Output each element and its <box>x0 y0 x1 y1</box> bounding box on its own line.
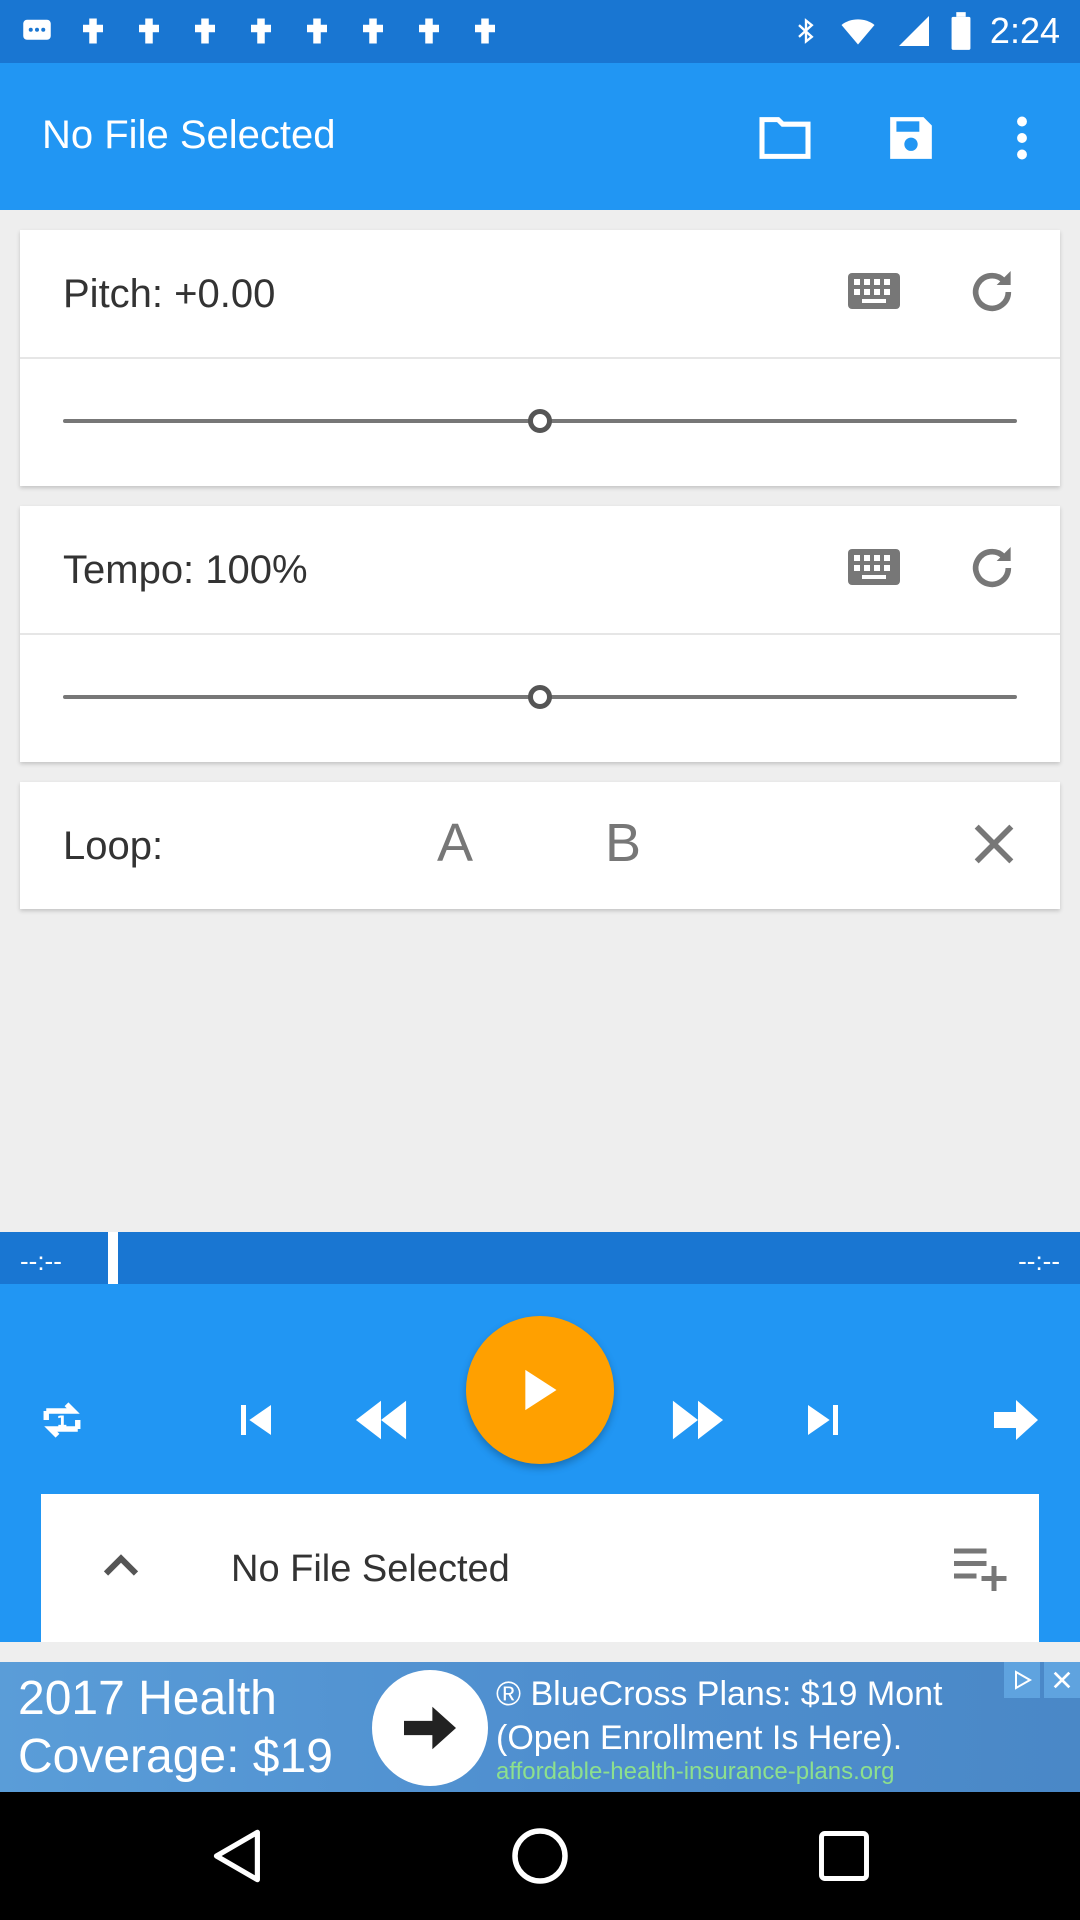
message-icon <box>23 19 51 40</box>
loop-b-button[interactable]: B <box>605 812 641 874</box>
home-button[interactable] <box>508 1824 572 1888</box>
elapsed-time: --:-- <box>20 1246 62 1276</box>
recents-square-icon <box>819 1831 869 1881</box>
ad-close-icon[interactable] <box>1044 1662 1080 1698</box>
loop-a-button[interactable]: A <box>437 812 473 874</box>
battery-icon <box>951 12 971 50</box>
notification-icon <box>251 18 271 44</box>
notification-icon <box>139 18 159 44</box>
tempo-reset-button[interactable] <box>964 540 1020 596</box>
repeat-button[interactable]: 1 <box>22 1380 102 1460</box>
tempo-label: Tempo: 100% <box>63 548 308 592</box>
tempo-card: Tempo: 100% <box>20 506 1060 762</box>
pitch-slider[interactable] <box>63 409 1017 433</box>
tempo-keyboard-button[interactable] <box>848 548 900 586</box>
slider-thumb[interactable] <box>528 409 552 433</box>
ad-info-icon[interactable] <box>1004 1662 1040 1698</box>
loop-card: Loop: A B <box>20 782 1060 909</box>
loop-clear-button[interactable] <box>968 818 1020 870</box>
seek-thumb[interactable] <box>108 1232 118 1284</box>
ad-banner[interactable]: 2017 Health Coverage: $19 ® BlueCross Pl… <box>0 1662 1080 1792</box>
navigation-bar <box>0 1792 1080 1920</box>
chevron-up-icon[interactable] <box>91 1536 151 1596</box>
pitch-card: Pitch: +0.00 <box>20 230 1060 486</box>
skip-next-icon <box>808 1405 838 1435</box>
rewind-button[interactable] <box>341 1380 421 1460</box>
repeat-icon: 1 <box>43 1402 81 1438</box>
pitch-label: Pitch: +0.00 <box>63 272 276 316</box>
recents-button[interactable] <box>812 1824 876 1888</box>
playlist-add-icon[interactable] <box>949 1536 1009 1596</box>
more-options-button[interactable] <box>982 103 1062 173</box>
seek-bar[interactable]: --:-- --:-- <box>0 1232 1080 1284</box>
notification-icon <box>83 18 103 44</box>
now-playing-title: No File Selected <box>231 1548 510 1590</box>
wifi-icon <box>841 19 875 45</box>
clock: 2:24 <box>989 10 1060 51</box>
total-time: --:-- <box>1018 1246 1060 1276</box>
page-title: No File Selected <box>42 113 336 157</box>
more-vert-icon <box>1017 116 1027 160</box>
back-triangle-icon <box>213 1829 260 1883</box>
open-folder-button[interactable] <box>745 103 825 173</box>
skip-previous-icon <box>241 1405 271 1435</box>
rewind-icon <box>355 1400 407 1440</box>
pitch-keyboard-button[interactable] <box>848 272 900 310</box>
now-playing-bar[interactable]: No File Selected <box>41 1494 1039 1642</box>
notification-icon <box>363 18 383 44</box>
ad-copy: ® BlueCross Plans: $19 Mont (Open Enroll… <box>496 1672 942 1760</box>
notification-icon <box>419 18 439 44</box>
notification-icon <box>195 18 215 44</box>
fast-forward-button[interactable] <box>658 1380 738 1460</box>
status-bar: 2:24 <box>0 0 1080 63</box>
slider-thumb[interactable] <box>528 685 552 709</box>
next-button[interactable] <box>783 1380 863 1460</box>
save-icon <box>890 117 932 159</box>
home-circle-icon <box>512 1828 568 1884</box>
notification-icon <box>307 18 327 44</box>
ad-headline: 2017 Health Coverage: $19 <box>18 1672 333 1783</box>
app-bar: No File Selected <box>0 63 1080 210</box>
notification-icon <box>475 18 495 44</box>
svg-text:1: 1 <box>57 1412 68 1431</box>
forward-arrow-icon <box>994 1400 1038 1440</box>
back-button[interactable] <box>206 1824 270 1888</box>
tempo-slider[interactable] <box>63 685 1017 709</box>
play-button[interactable] <box>466 1316 614 1464</box>
signal-icon <box>898 16 929 46</box>
fast-forward-icon <box>672 1400 724 1440</box>
loop-label: Loop: <box>63 824 164 868</box>
save-button[interactable] <box>871 103 951 173</box>
ad-url: affordable-health-insurance-plans.org <box>496 1758 895 1785</box>
playback-controls: 1 No File Selected <box>0 1284 1080 1642</box>
ad-copy-line: (Open Enrollment Is Here). <box>496 1719 903 1757</box>
folder-icon <box>759 117 811 159</box>
bluetooth-icon <box>798 18 814 44</box>
previous-button[interactable] <box>216 1380 296 1460</box>
ad-copy-line: ® BlueCross Plans: $19 Mont <box>496 1675 943 1713</box>
arrow-right-icon[interactable] <box>372 1670 488 1786</box>
play-icon <box>525 1369 557 1411</box>
pitch-reset-button[interactable] <box>964 264 1020 320</box>
forward-button[interactable] <box>976 1380 1056 1460</box>
